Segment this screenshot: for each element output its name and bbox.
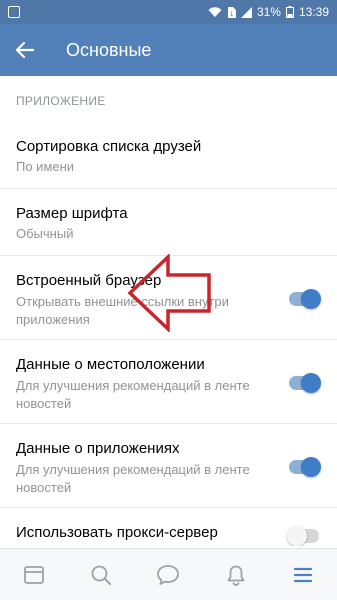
- page-title: Основные: [66, 39, 152, 60]
- proxy-toggle[interactable]: [287, 526, 319, 546]
- settings-list: ПРИЛОЖЕНИЕ Сортировка списка друзей По и…: [0, 76, 337, 546]
- arrow-left-icon: [16, 42, 34, 58]
- news-icon: [23, 565, 44, 584]
- setting-proxy[interactable]: Использовать прокси-сервер: [0, 508, 337, 546]
- nav-search-button[interactable]: [81, 555, 121, 595]
- battery-percent: 31%: [256, 5, 281, 19]
- section-header: ПРИЛОЖЕНИЕ: [16, 94, 106, 108]
- setting-title: Сортировка списка друзей: [16, 138, 202, 155]
- toggle-knob: [301, 457, 321, 477]
- setting-font-size[interactable]: Размер шрифта Обычный: [0, 189, 337, 256]
- apps-data-toggle[interactable]: [289, 457, 321, 477]
- bottom-navigation: [0, 548, 337, 600]
- setting-title: Использовать прокси-сервер: [16, 524, 218, 541]
- setting-subtitle: По имени: [16, 159, 75, 174]
- setting-title: Данные о приложениях: [16, 440, 180, 457]
- toggle-knob: [301, 373, 321, 393]
- setting-apps-data[interactable]: Данные о приложениях Для улучшения реком…: [0, 424, 337, 508]
- app-bar: Основные: [0, 24, 337, 76]
- setting-location-data[interactable]: Данные о местоположении Для улучшения ре…: [0, 340, 337, 424]
- nav-news-button[interactable]: [14, 555, 54, 595]
- messages-icon: [157, 564, 180, 585]
- clock: 13:39: [298, 5, 329, 19]
- nav-menu-button[interactable]: [283, 555, 323, 595]
- nav-notifications-button[interactable]: [216, 555, 256, 595]
- menu-icon: [294, 567, 313, 582]
- builtin-browser-toggle[interactable]: [289, 289, 321, 309]
- arrow-left-outline-icon: [128, 254, 211, 332]
- location-data-toggle[interactable]: [289, 373, 321, 393]
- wifi-icon: [208, 6, 222, 18]
- search-icon: [91, 565, 112, 585]
- toggle-knob: [287, 526, 307, 546]
- battery-icon: [285, 6, 294, 18]
- sim-icon: 1: [227, 6, 236, 18]
- notification-box-icon: [8, 6, 20, 18]
- setting-subtitle: Для улучшения рекомендаций в ленте новос…: [16, 378, 250, 411]
- setting-friends-sort[interactable]: Сортировка списка друзей По имени: [0, 122, 337, 189]
- status-bar: 1 31% 13:39: [0, 0, 337, 24]
- setting-subtitle: Обычный: [16, 226, 74, 241]
- notifications-icon: [227, 565, 245, 586]
- back-button[interactable]: [0, 24, 50, 76]
- setting-title: Данные о местоположении: [16, 356, 205, 373]
- toggle-knob: [301, 289, 321, 309]
- setting-subtitle: Для улучшения рекомендаций в ленте новос…: [16, 462, 250, 495]
- nav-messages-button[interactable]: [148, 555, 188, 595]
- signal-icon: [240, 6, 252, 18]
- setting-title: Размер шрифта: [16, 205, 128, 222]
